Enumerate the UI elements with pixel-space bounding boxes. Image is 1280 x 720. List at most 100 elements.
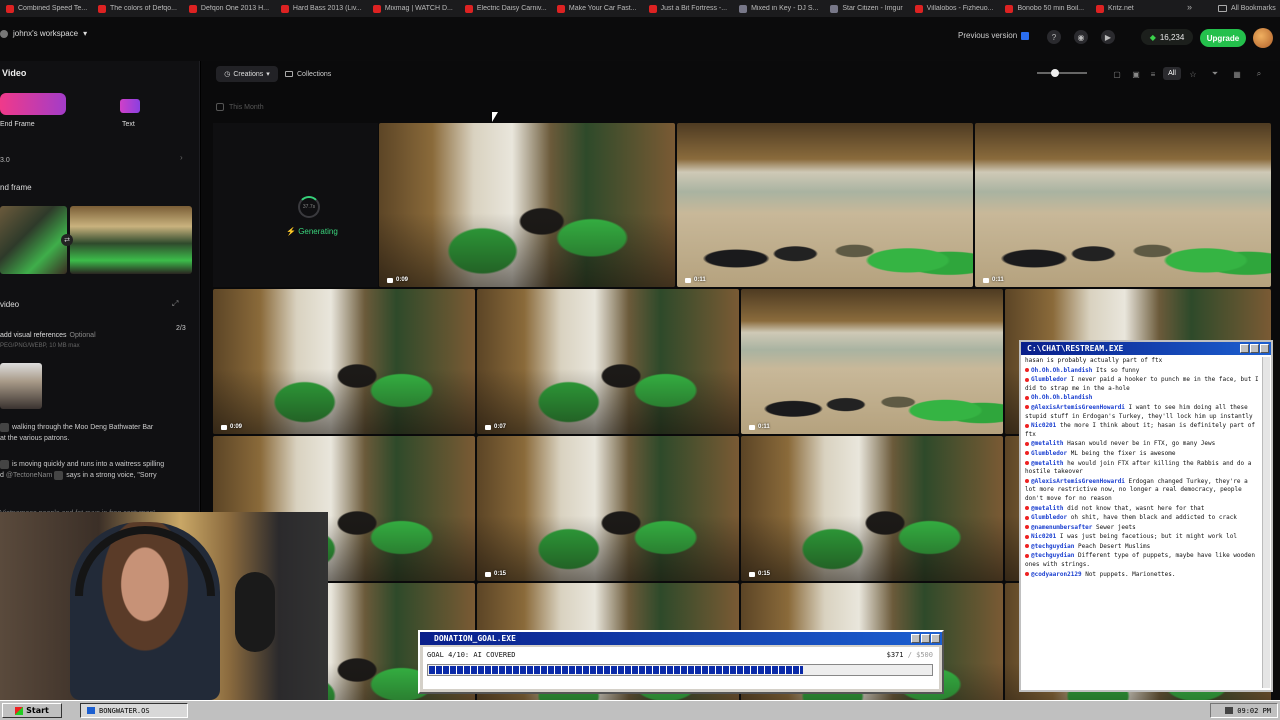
- zoom-slider-handle[interactable]: [1051, 69, 1059, 77]
- chat-message: @AlexisArtemisGreenHowardi Erdogan chang…: [1025, 478, 1261, 504]
- taskbar: Start BONGWATER.OS 09:02 PM: [0, 700, 1280, 720]
- mouse-cursor-icon: [492, 112, 498, 122]
- bookmark-favicon-icon: [188, 4, 197, 13]
- taskbar-item[interactable]: BONGWATER.OS: [80, 703, 188, 718]
- video-tile[interactable]: 0:11: [975, 123, 1271, 287]
- video-thumbnail: [213, 289, 475, 434]
- chat-message: @techguydian Different type of puppets, …: [1025, 552, 1261, 569]
- bookmark-item[interactable]: Hard Bass 2013 (Liv...: [275, 4, 367, 13]
- video-tile[interactable]: 0:15: [477, 436, 739, 581]
- bookmark-item[interactable]: Kritz.net: [1090, 4, 1140, 13]
- bookmark-item[interactable]: Combined Speed Te...: [0, 4, 92, 13]
- video-tile[interactable]: 0:09: [213, 289, 475, 434]
- progress-ring: 37.7s: [298, 196, 320, 218]
- duration: 0:15: [758, 571, 771, 577]
- video-tile[interactable]: 0:11: [741, 289, 1003, 434]
- chat-scrollbar[interactable]: [1262, 357, 1270, 688]
- prompt-text[interactable]: is moving quickly and runs into a waitre…: [0, 459, 195, 481]
- bookmark-item[interactable]: The colors of Defqo...: [92, 4, 183, 13]
- more-bookmarks-chevron-icon[interactable]: »: [1187, 2, 1192, 12]
- bookmark-item[interactable]: Bonobo 50 min Boil...: [999, 4, 1090, 13]
- all-bookmarks-label: All Bookmarks: [1231, 5, 1276, 12]
- bookmark-item[interactable]: Make Your Car Fast...: [551, 4, 643, 13]
- workspace-switcher[interactable]: johnx's workspace ▾: [0, 29, 87, 38]
- donation-body: GOAL 4/10: AI COVERED $371 / $500: [423, 647, 939, 689]
- clock-icon: ◷: [224, 71, 231, 78]
- video-tile[interactable]: 0:09: [379, 123, 675, 287]
- all-bookmarks-button[interactable]: All Bookmarks: [1212, 0, 1280, 17]
- chat-message: @namenumbersafter Sewer jeets: [1025, 524, 1261, 533]
- end-frame-tab-icon[interactable]: [0, 93, 66, 115]
- upgrade-button[interactable]: Upgrade: [1200, 29, 1246, 47]
- start-button[interactable]: Start: [2, 703, 62, 718]
- image-filter-icon[interactable]: ▢: [1111, 68, 1123, 80]
- bookmark-favicon-icon: [914, 4, 923, 13]
- maximize-icon[interactable]: [921, 634, 930, 643]
- end-frame-thumbnail[interactable]: [70, 206, 192, 274]
- this-month-label: This Month: [229, 103, 264, 111]
- bookmark-label: Just a Bit Fortress -...: [660, 5, 728, 12]
- help-icon[interactable]: ?: [1047, 30, 1061, 44]
- start-frame-thumbnail[interactable]: [0, 206, 67, 274]
- video-icon: [749, 571, 755, 577]
- visual-references-text: add visual references: [0, 332, 67, 339]
- bookmark-item[interactable]: Villalobos - Fizheuo...: [909, 4, 1000, 13]
- bookmark-item[interactable]: Electric Daisy Carniv...: [459, 4, 551, 13]
- collections-tab[interactable]: Collections: [285, 66, 331, 82]
- video-tile[interactable]: 0:11: [677, 123, 973, 287]
- video-settings-panel: Video End Frame Text 3.0 › nd frame ⇄ vi…: [0, 61, 200, 521]
- amount-raised: $371: [886, 651, 904, 659]
- creations-tab[interactable]: ◷ Creations ▾: [216, 66, 278, 82]
- prompt-text[interactable]: walking through the Moo Deng Bathwater B…: [0, 422, 195, 444]
- duration-badge: 0:11: [983, 277, 1004, 283]
- close-icon[interactable]: [931, 634, 940, 643]
- audio-filter-icon[interactable]: ≡: [1147, 68, 1159, 80]
- grid-view-icon[interactable]: ▦: [1231, 68, 1243, 80]
- reference-image[interactable]: [0, 363, 42, 409]
- all-filter-button[interactable]: All: [1163, 67, 1181, 80]
- text-tab-icon[interactable]: [120, 99, 140, 113]
- discord-icon[interactable]: ◉: [1074, 30, 1088, 44]
- expand-icon[interactable]: ⤢: [172, 299, 178, 309]
- credits-balance[interactable]: ◆ 16,234: [1141, 29, 1193, 45]
- chevron-down-icon: ▾: [266, 71, 270, 78]
- model-version[interactable]: 3.0: [0, 157, 10, 164]
- video-tile[interactable]: 0:07: [477, 289, 739, 434]
- previous-version-toggle[interactable]: Previous version: [958, 31, 1030, 40]
- this-month-filter[interactable]: This Month: [216, 103, 264, 111]
- chat-text: Peach Desert Muslims: [1077, 542, 1151, 550]
- references-count: 2/3: [176, 325, 186, 332]
- minimize-icon[interactable]: [911, 634, 920, 643]
- zoom-slider[interactable]: [1037, 72, 1087, 74]
- star-icon[interactable]: ☆: [1187, 68, 1199, 80]
- platform-icon: [1025, 441, 1029, 446]
- close-icon[interactable]: [1260, 344, 1269, 353]
- bookmark-favicon-icon: [830, 4, 839, 13]
- checkbox[interactable]: [216, 103, 224, 111]
- text-tab-label[interactable]: Text: [122, 121, 135, 128]
- chat-message: Oh.Oh.Oh.blandish: [1025, 394, 1261, 403]
- maximize-icon[interactable]: [1250, 344, 1259, 353]
- video-filter-icon[interactable]: ▣: [1130, 68, 1142, 80]
- end-frame-tab-label[interactable]: End Frame: [0, 121, 35, 128]
- creations-label: Creations: [233, 70, 264, 78]
- generating-status: ⚡ Generating: [286, 227, 338, 236]
- minimize-icon[interactable]: [1240, 344, 1249, 353]
- platform-icon: [1025, 405, 1029, 410]
- bookmark-item[interactable]: Star Citizen - Imgur: [824, 4, 908, 13]
- chevron-right-icon[interactable]: ›: [180, 153, 183, 162]
- video-tile[interactable]: 0:15: [741, 436, 1003, 581]
- chat-message: @techguydian Peach Desert Muslims: [1025, 543, 1261, 552]
- bookmark-item[interactable]: Mixed in Key - DJ S...: [733, 4, 824, 13]
- youtube-icon[interactable]: ▶: [1101, 30, 1115, 44]
- chat-username: Nic0201: [1031, 533, 1057, 541]
- platform-icon: [1025, 461, 1029, 466]
- user-avatar[interactable]: [1253, 28, 1273, 48]
- filter-icon[interactable]: ⏷: [1209, 68, 1221, 80]
- swap-icon[interactable]: ⇄: [61, 234, 73, 246]
- search-icon[interactable]: ⌕: [1253, 68, 1265, 80]
- bookmark-item[interactable]: Mixmag | WATCH D...: [367, 4, 459, 13]
- bookmark-item[interactable]: Just a Bit Fortress -...: [643, 4, 734, 13]
- bookmark-item[interactable]: Defqon One 2013 H...: [183, 4, 275, 13]
- bookmark-favicon-icon: [280, 4, 289, 13]
